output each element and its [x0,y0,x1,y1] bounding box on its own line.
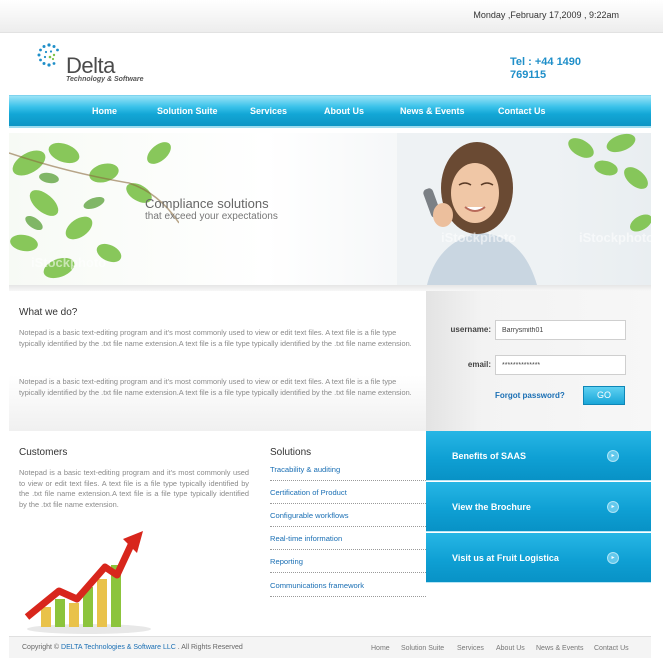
promo-fruit-logistica[interactable]: Visit us at Fruit Logistica ▸ [426,533,651,583]
logo-mark-icon [37,43,59,67]
what-we-do-paragraph: Notepad is a basic text-editing program … [19,328,412,348]
footer-link-about-us[interactable]: About Us [496,645,525,652]
nav-item-about-us[interactable]: About Us [324,106,364,116]
arrow-right-icon: ▸ [607,450,619,462]
promo-label: Visit us at Fruit Logistica [452,553,559,563]
promo-benefits-saas[interactable]: Benefits of SAAS ▸ [426,431,651,481]
username-input[interactable] [495,320,626,340]
nav-item-services[interactable]: Services [250,106,287,116]
footer-link-contact-us[interactable]: Contact Us [594,645,629,652]
phone-number: Tel : +44 1490 769115 [510,56,582,81]
solution-link-certification[interactable]: Certification of Product [270,481,426,504]
solution-link-tracability[interactable]: Tracability & auditing [270,458,426,481]
hero-banner: Compliance solutions that exceed your ex… [9,133,651,285]
footer-link-solution-suite[interactable]: Solution Suite [401,645,444,652]
brand-tagline: Technology & Software [66,76,144,83]
promo-label: View the Brochure [452,502,531,512]
footer: Copyright © DELTA Technologies & Softwar… [9,636,651,658]
current-date: Monday ,February 17,2009 , 9:22am [473,10,619,20]
arrow-right-icon: ▸ [607,501,619,513]
banner-headline: Compliance solutions [145,196,269,211]
customers-title: Customers [19,447,68,458]
username-label: username: [450,325,491,334]
login-panel: username: email: Forgot password? GO [426,291,651,431]
company-link[interactable]: DELTA Technologies & Software LLC [61,644,176,651]
forgot-password-link[interactable]: Forgot password? [495,391,565,400]
copyright: Copyright © DELTA Technologies & Softwar… [22,644,243,651]
nav-item-contact-us[interactable]: Contact Us [498,106,546,116]
arrow-right-icon: ▸ [607,552,619,564]
top-bar: Monday ,February 17,2009 , 9:22am [0,0,663,33]
banner-subline: that exceed your expectations [145,211,278,222]
footer-link-services[interactable]: Services [457,645,484,652]
email-input[interactable] [495,355,626,375]
solution-link-workflows[interactable]: Configurable workflows [270,504,426,527]
promo-view-brochure[interactable]: View the Brochure ▸ [426,482,651,532]
solution-link-reporting[interactable]: Reporting [270,550,426,573]
woman-on-phone-photo [397,133,557,285]
solutions-title: Solutions [270,447,312,458]
email-label: email: [467,360,491,369]
nav-item-news-events[interactable]: News & Events [400,106,465,116]
copyright-rights: . All Rights Reserved [177,644,243,651]
main-nav: Home Solution Suite Services About Us Ne… [9,95,651,128]
footer-link-news-events[interactable]: News & Events [536,645,583,652]
footer-link-home[interactable]: Home [371,645,390,652]
banner-watermark-right: iStockphoto [579,230,651,245]
header: Delta Technology & Software Tel : +44 14… [9,33,651,95]
promo-panel: Benefits of SAAS ▸ View the Brochure ▸ V… [426,431,651,584]
go-button[interactable]: GO [583,386,625,405]
nav-item-home[interactable]: Home [92,106,117,116]
leaves-right-illustration [568,133,651,232]
what-we-do-section: What we do? Notepad is a basic text-edit… [9,291,426,431]
promo-label: Benefits of SAAS [452,451,527,461]
nav-item-solution-suite[interactable]: Solution Suite [157,106,218,116]
copyright-prefix: Copyright © [22,644,60,651]
customers-text: Notepad is a basic text-editing program … [19,468,249,509]
solution-link-realtime[interactable]: Real-time information [270,527,426,550]
banner-watermark-left: iStockphoto [31,255,107,270]
growth-chart-illustration [24,531,151,634]
what-we-do-title: What we do? [19,307,78,318]
banner-watermark-center: iStockphoto [441,230,517,245]
what-we-do-paragraph: Notepad is a basic text-editing program … [19,377,412,397]
solution-link-communications[interactable]: Communications framework [270,574,426,597]
